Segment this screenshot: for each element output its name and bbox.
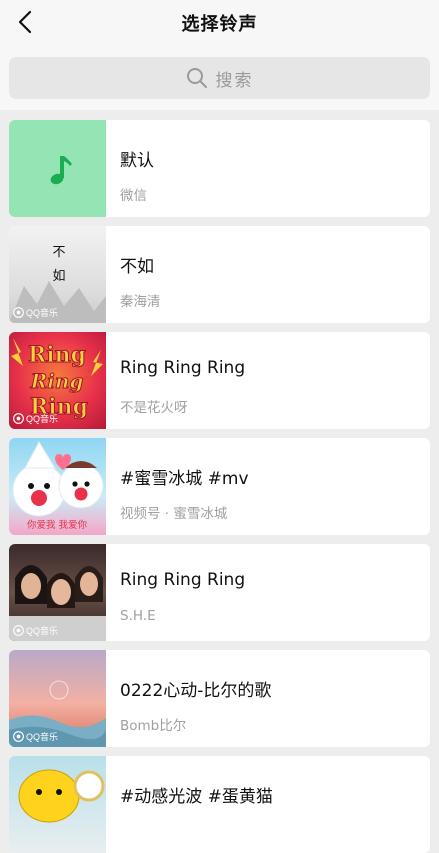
ringtone-item[interactable]: #动感光波 #蛋黄猫 <box>9 756 430 853</box>
badge-label: QQ音乐 <box>26 308 59 318</box>
ringtone-artist: 不是花火呀 <box>120 400 188 416</box>
search-input[interactable]: 搜索 <box>9 57 430 99</box>
qq-music-badge: QQ音乐 <box>13 624 58 637</box>
ringtone-title: #蜜雪冰城 #mv <box>120 469 249 489</box>
ringtone-title: 默认 <box>120 151 154 171</box>
cover-text: Ring <box>30 369 84 393</box>
search-area: 搜索 <box>0 46 439 110</box>
default-thumbnail <box>9 120 106 217</box>
ringtone-title: 不如 <box>120 257 154 277</box>
badge-label: QQ音乐 <box>26 414 59 424</box>
ringtone-item[interactable]: QQ音乐 Ring Ring Ring S.H.E <box>9 544 430 641</box>
ringtone-item-default[interactable]: 默认 微信 <box>9 120 430 217</box>
album-cover: QQ音乐 <box>9 650 106 747</box>
qq-music-badge: QQ音乐 <box>13 730 58 743</box>
top-bar: 选择铃声 <box>0 0 439 46</box>
ringtone-item[interactable]: 不 如 QQ音乐 不如 秦海清 <box>9 226 430 323</box>
ringtone-title: #动感光波 #蛋黄猫 <box>120 787 273 807</box>
ringtone-artist: 视频号 · 蜜雪冰城 <box>120 506 228 522</box>
snowman-art: 你爱我 我爱你 <box>12 440 104 531</box>
cover-text: 不 <box>52 245 65 260</box>
video-cover: 你爱我 我爱你 <box>9 438 106 535</box>
video-cover <box>9 756 106 853</box>
ringtone-title: Ring Ring Ring <box>120 358 246 378</box>
cat-art <box>18 769 105 823</box>
page-title: 选择铃声 <box>181 14 258 35</box>
album-cover: QQ音乐 <box>9 544 106 641</box>
qq-music-badge: QQ音乐 <box>13 412 58 425</box>
ringtone-title: 0222心动-比尔的歌 <box>120 681 272 701</box>
qq-music-icon <box>13 413 24 424</box>
qq-music-icon <box>13 625 24 636</box>
ringtone-artist: Bomb比尔 <box>120 718 187 734</box>
music-note-icon <box>50 156 72 185</box>
qq-music-icon <box>13 731 24 742</box>
ringtone-item[interactable]: 你爱我 我爱你 #蜜雪冰城 #mv 视频号 · 蜜雪冰城 <box>9 438 430 535</box>
qq-music-icon <box>13 307 24 318</box>
ringtone-artist: 微信 <box>120 188 147 204</box>
cover-text: 如 <box>52 268 65 284</box>
back-arrow-icon[interactable] <box>14 9 40 35</box>
badge-label: QQ音乐 <box>26 732 59 742</box>
cover-text: 你爱我 我爱你 <box>27 519 88 531</box>
cover-text: Ring <box>28 342 86 368</box>
ringtone-item[interactable]: Ring Ring Ring QQ音乐 Ring Ring Ring 不是花火呀 <box>9 332 430 429</box>
album-cover: 不 如 QQ音乐 <box>9 226 106 323</box>
search-icon <box>186 68 207 88</box>
ringtone-item[interactable]: QQ音乐 0222心动-比尔的歌 Bomb比尔 <box>9 650 430 747</box>
album-cover: Ring Ring Ring QQ音乐 <box>9 332 106 429</box>
ringtone-title: Ring Ring Ring <box>120 570 246 590</box>
ringtone-artist: 秦海清 <box>120 294 161 310</box>
badge-label: QQ音乐 <box>26 626 59 636</box>
search-placeholder: 搜索 <box>215 70 254 91</box>
ringtone-artist: S.H.E <box>120 608 156 624</box>
qq-music-badge: QQ音乐 <box>13 306 58 319</box>
